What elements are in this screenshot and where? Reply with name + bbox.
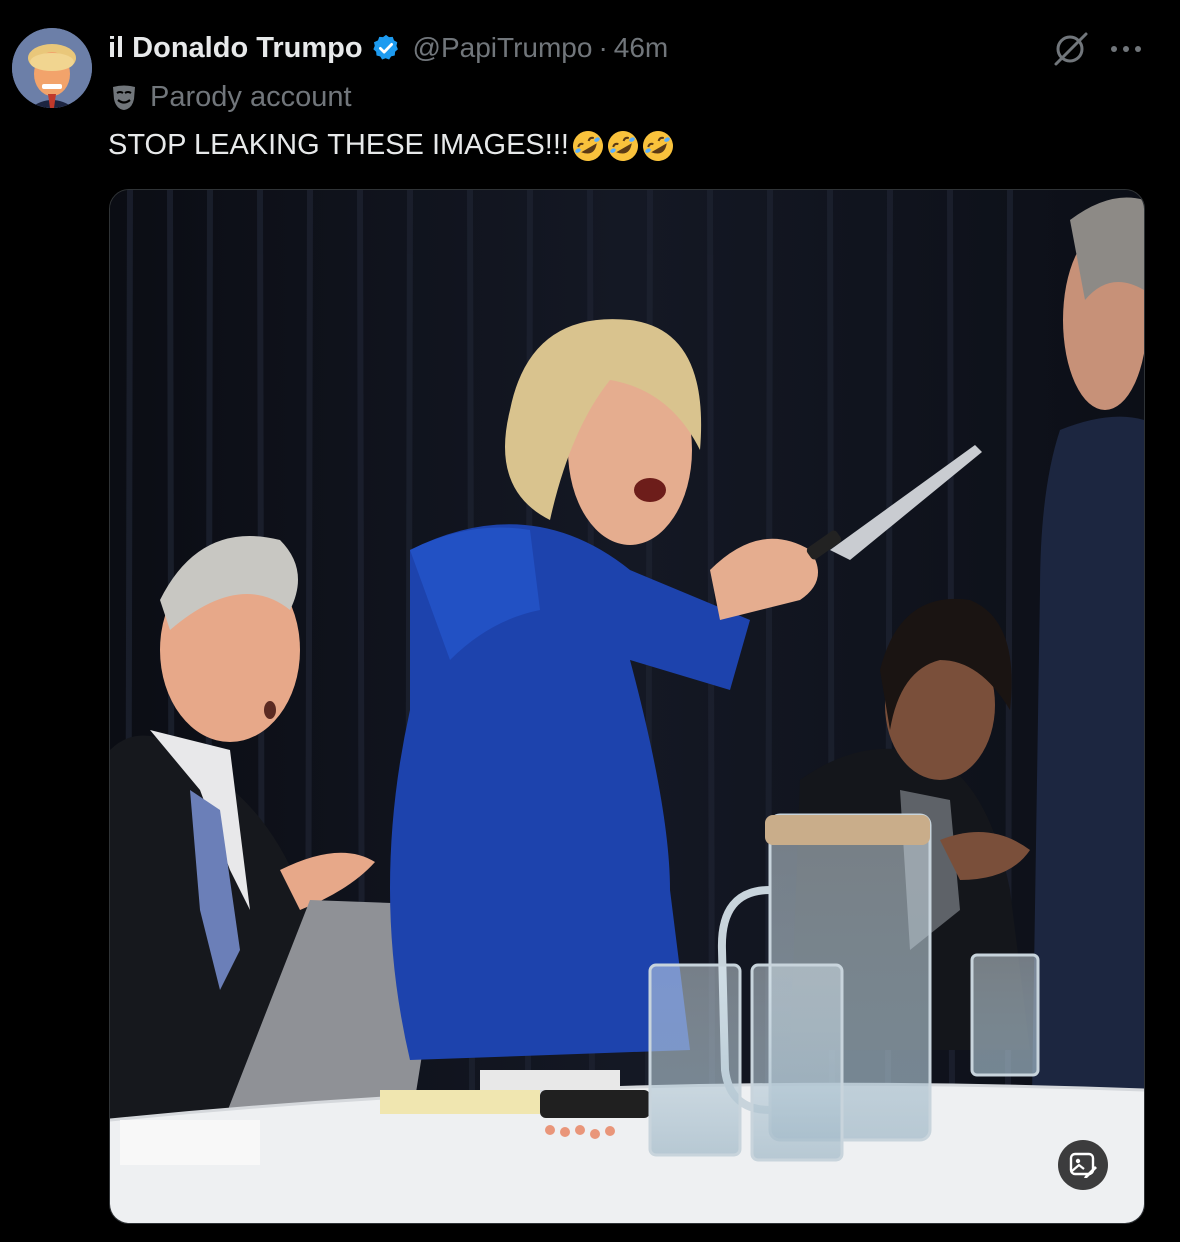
photo-illustration bbox=[110, 190, 1144, 1223]
timestamp[interactable]: 46m bbox=[614, 32, 668, 64]
tweet-text: STOP LEAKING THESE IMAGES!!! bbox=[108, 126, 676, 164]
theater-mask-icon bbox=[108, 81, 140, 113]
emoji-group bbox=[571, 129, 676, 163]
rolling-on-floor-laughing-icon bbox=[572, 131, 603, 162]
image-edit-icon[interactable] bbox=[1058, 1140, 1108, 1190]
parody-label-row: Parody account bbox=[108, 78, 352, 116]
more-horizontal-icon[interactable] bbox=[1106, 30, 1146, 68]
parody-label: Parody account bbox=[150, 80, 352, 113]
rolling-on-floor-laughing-icon bbox=[642, 131, 673, 162]
rolling-on-floor-laughing-icon bbox=[607, 131, 638, 162]
avatar[interactable] bbox=[12, 28, 92, 108]
tweet-text-content: STOP LEAKING THESE IMAGES!!! bbox=[108, 129, 569, 161]
tweet-photo[interactable] bbox=[109, 189, 1145, 1224]
tweet[interactable]: il Donaldo Trumpo @PapiTrumpo · 46m Paro… bbox=[0, 0, 1180, 1242]
separator-dot: · bbox=[598, 32, 608, 63]
tweet-header: il Donaldo Trumpo @PapiTrumpo · 46m bbox=[108, 26, 668, 70]
handle[interactable]: @PapiTrumpo bbox=[413, 32, 593, 64]
display-name[interactable]: il Donaldo Trumpo bbox=[108, 32, 363, 65]
grok-icon[interactable] bbox=[1050, 30, 1092, 68]
verified-badge-icon[interactable] bbox=[371, 33, 401, 63]
